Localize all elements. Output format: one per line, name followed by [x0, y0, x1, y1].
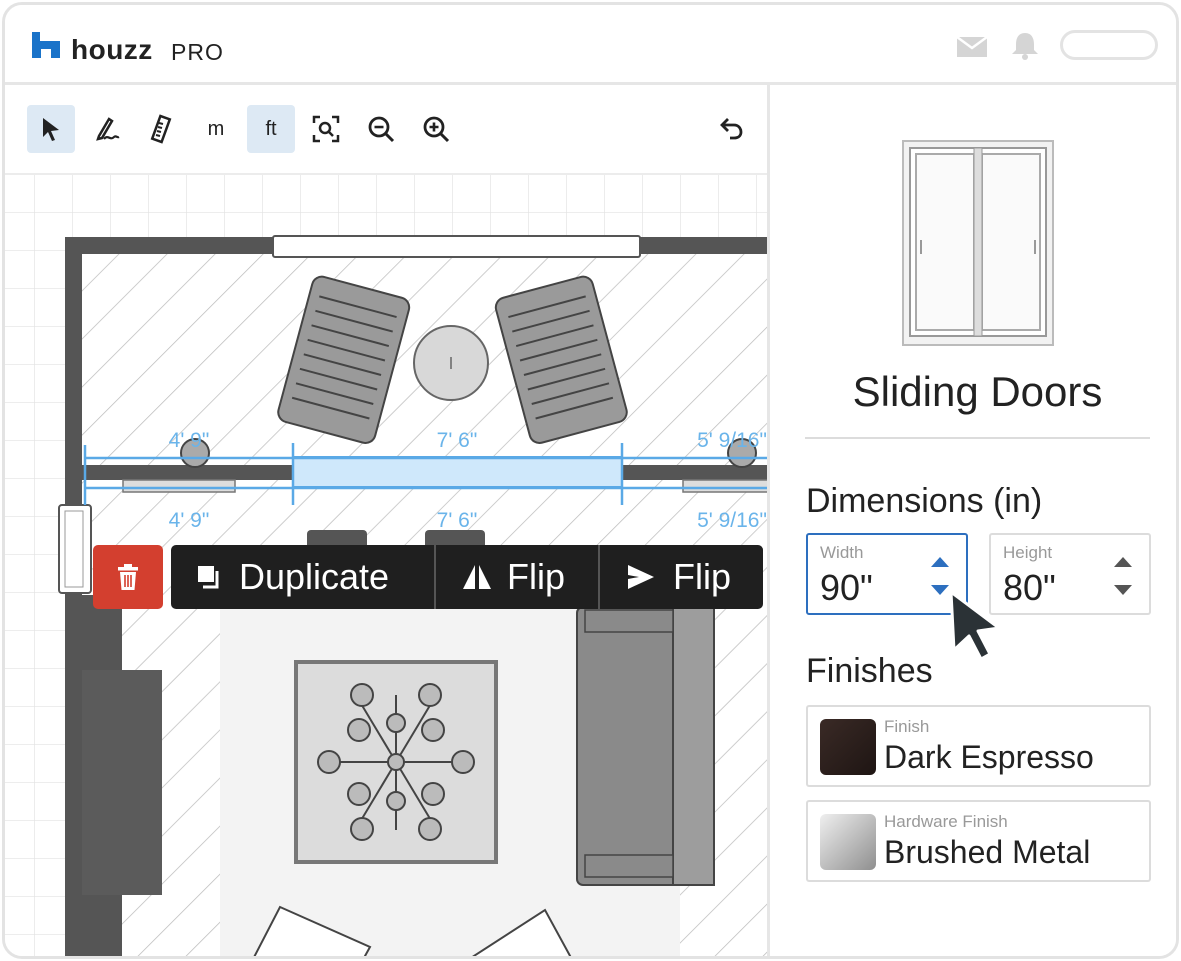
mail-icon[interactable] [955, 31, 989, 61]
hardware-finish-label: Hardware Finish [884, 812, 1008, 831]
app-window: houzz PRO m ft 4' 9" 7' 6" 5' 9/16" 4' 9… [2, 2, 1179, 959]
unit-meters-button[interactable]: m [192, 105, 240, 153]
increment-arrow-icon [931, 557, 949, 567]
height-label: Height [1003, 543, 1053, 562]
zoom-in-icon [423, 116, 450, 143]
height-field[interactable]: Height 80" [989, 533, 1151, 615]
sofa[interactable] [576, 606, 715, 886]
duplicate-icon [198, 566, 219, 589]
houzz-logo-icon [32, 32, 60, 58]
increment-arrow-icon [1114, 557, 1132, 567]
select-tool-button[interactable] [27, 105, 75, 153]
decrement-arrow-icon [1114, 585, 1132, 595]
account-pill[interactable] [1060, 30, 1158, 60]
width-label: Width [820, 543, 864, 562]
floorplan-workspace: m ft 4' 9" 7' 6" 5' 9/16" 4' 9" 7' 6" 5'… [5, 85, 770, 956]
logo-text: houzz [71, 34, 153, 65]
flip-vertical-button[interactable]: Flip [461, 545, 565, 609]
panel-divider [805, 437, 1150, 439]
mouse-cursor-icon [949, 590, 1001, 661]
duplicate-button[interactable]: Duplicate [195, 545, 389, 609]
finish-value: Dark Espresso [884, 739, 1094, 775]
trash-icon [118, 564, 138, 590]
zoom-out-button[interactable] [357, 105, 405, 153]
flip-vertical-label: Flip [507, 556, 566, 597]
product-title: Sliding Doors [852, 368, 1103, 415]
delete-button[interactable] [93, 545, 163, 609]
width-value: 90" [820, 567, 873, 608]
select-pointer-icon [43, 118, 59, 141]
measure-tool-button[interactable] [137, 105, 185, 153]
dimension-label-bottom-right: 5' 9/16" [697, 509, 767, 532]
dimension-label-top-center: 7' 6" [437, 429, 478, 452]
top-bar: houzz PRO [5, 5, 1176, 85]
context-separator [598, 545, 600, 609]
properties-panel: Sliding Doors Dimensions (in) Width 90" … [773, 85, 1176, 956]
finishes-heading: Finishes [806, 652, 933, 690]
undo-icon [720, 118, 743, 140]
bell-icon[interactable] [1008, 31, 1042, 61]
width-field[interactable]: Width 90" [806, 533, 968, 615]
wall-left [65, 237, 82, 956]
context-toolbar: Duplicate Flip Flip [171, 545, 763, 609]
flip-horizontal-icon [628, 565, 654, 589]
zoom-fit-button[interactable] [302, 105, 350, 153]
hardware-finish-selector[interactable]: Hardware Finish Brushed Metal [806, 800, 1151, 882]
dimension-label-bottom-left: 4' 9" [169, 509, 210, 532]
flip-horizontal-button[interactable]: Flip [625, 545, 731, 609]
unit-feet-button[interactable]: ft [247, 105, 295, 153]
logo-suffix: PRO [171, 39, 224, 65]
flip-horizontal-label: Flip [673, 556, 732, 597]
unit-m-label: m [207, 117, 225, 140]
zoom-fit-icon [312, 115, 340, 143]
unit-ft-label: ft [265, 117, 277, 140]
finish-label: Finish [884, 717, 930, 736]
finish-selector[interactable]: Finish Dark Espresso [806, 705, 1151, 787]
hardware-finish-swatch [820, 814, 876, 870]
dimension-label-bottom-center: 7' 6" [437, 509, 478, 532]
flip-vertical-icon [463, 565, 491, 589]
height-stepper[interactable] [1111, 553, 1135, 599]
dimension-label-top-left: 4' 9" [169, 429, 210, 452]
fireplace[interactable] [82, 670, 162, 895]
dimension-label-top-right: 5' 9/16" [697, 429, 767, 452]
coffee-table[interactable] [294, 660, 498, 864]
height-value: 80" [1003, 567, 1056, 608]
sliding-door-thumbnail [902, 140, 1054, 346]
window-top[interactable] [272, 235, 641, 258]
draw-pen-icon [96, 117, 120, 141]
zoom-out-icon [368, 116, 395, 143]
selected-sliding-door[interactable] [292, 456, 623, 488]
finish-swatch [820, 719, 876, 775]
measure-ruler-icon [150, 114, 172, 144]
duplicate-label: Duplicate [239, 556, 390, 597]
context-separator [434, 545, 436, 609]
dimensions-heading: Dimensions (in) [806, 482, 1043, 520]
hardware-finish-value: Brushed Metal [884, 834, 1091, 870]
undo-button[interactable] [707, 105, 755, 153]
canvas-toolbar: m ft [5, 85, 767, 175]
draw-tool-button[interactable] [82, 105, 130, 153]
zoom-in-button[interactable] [412, 105, 460, 153]
